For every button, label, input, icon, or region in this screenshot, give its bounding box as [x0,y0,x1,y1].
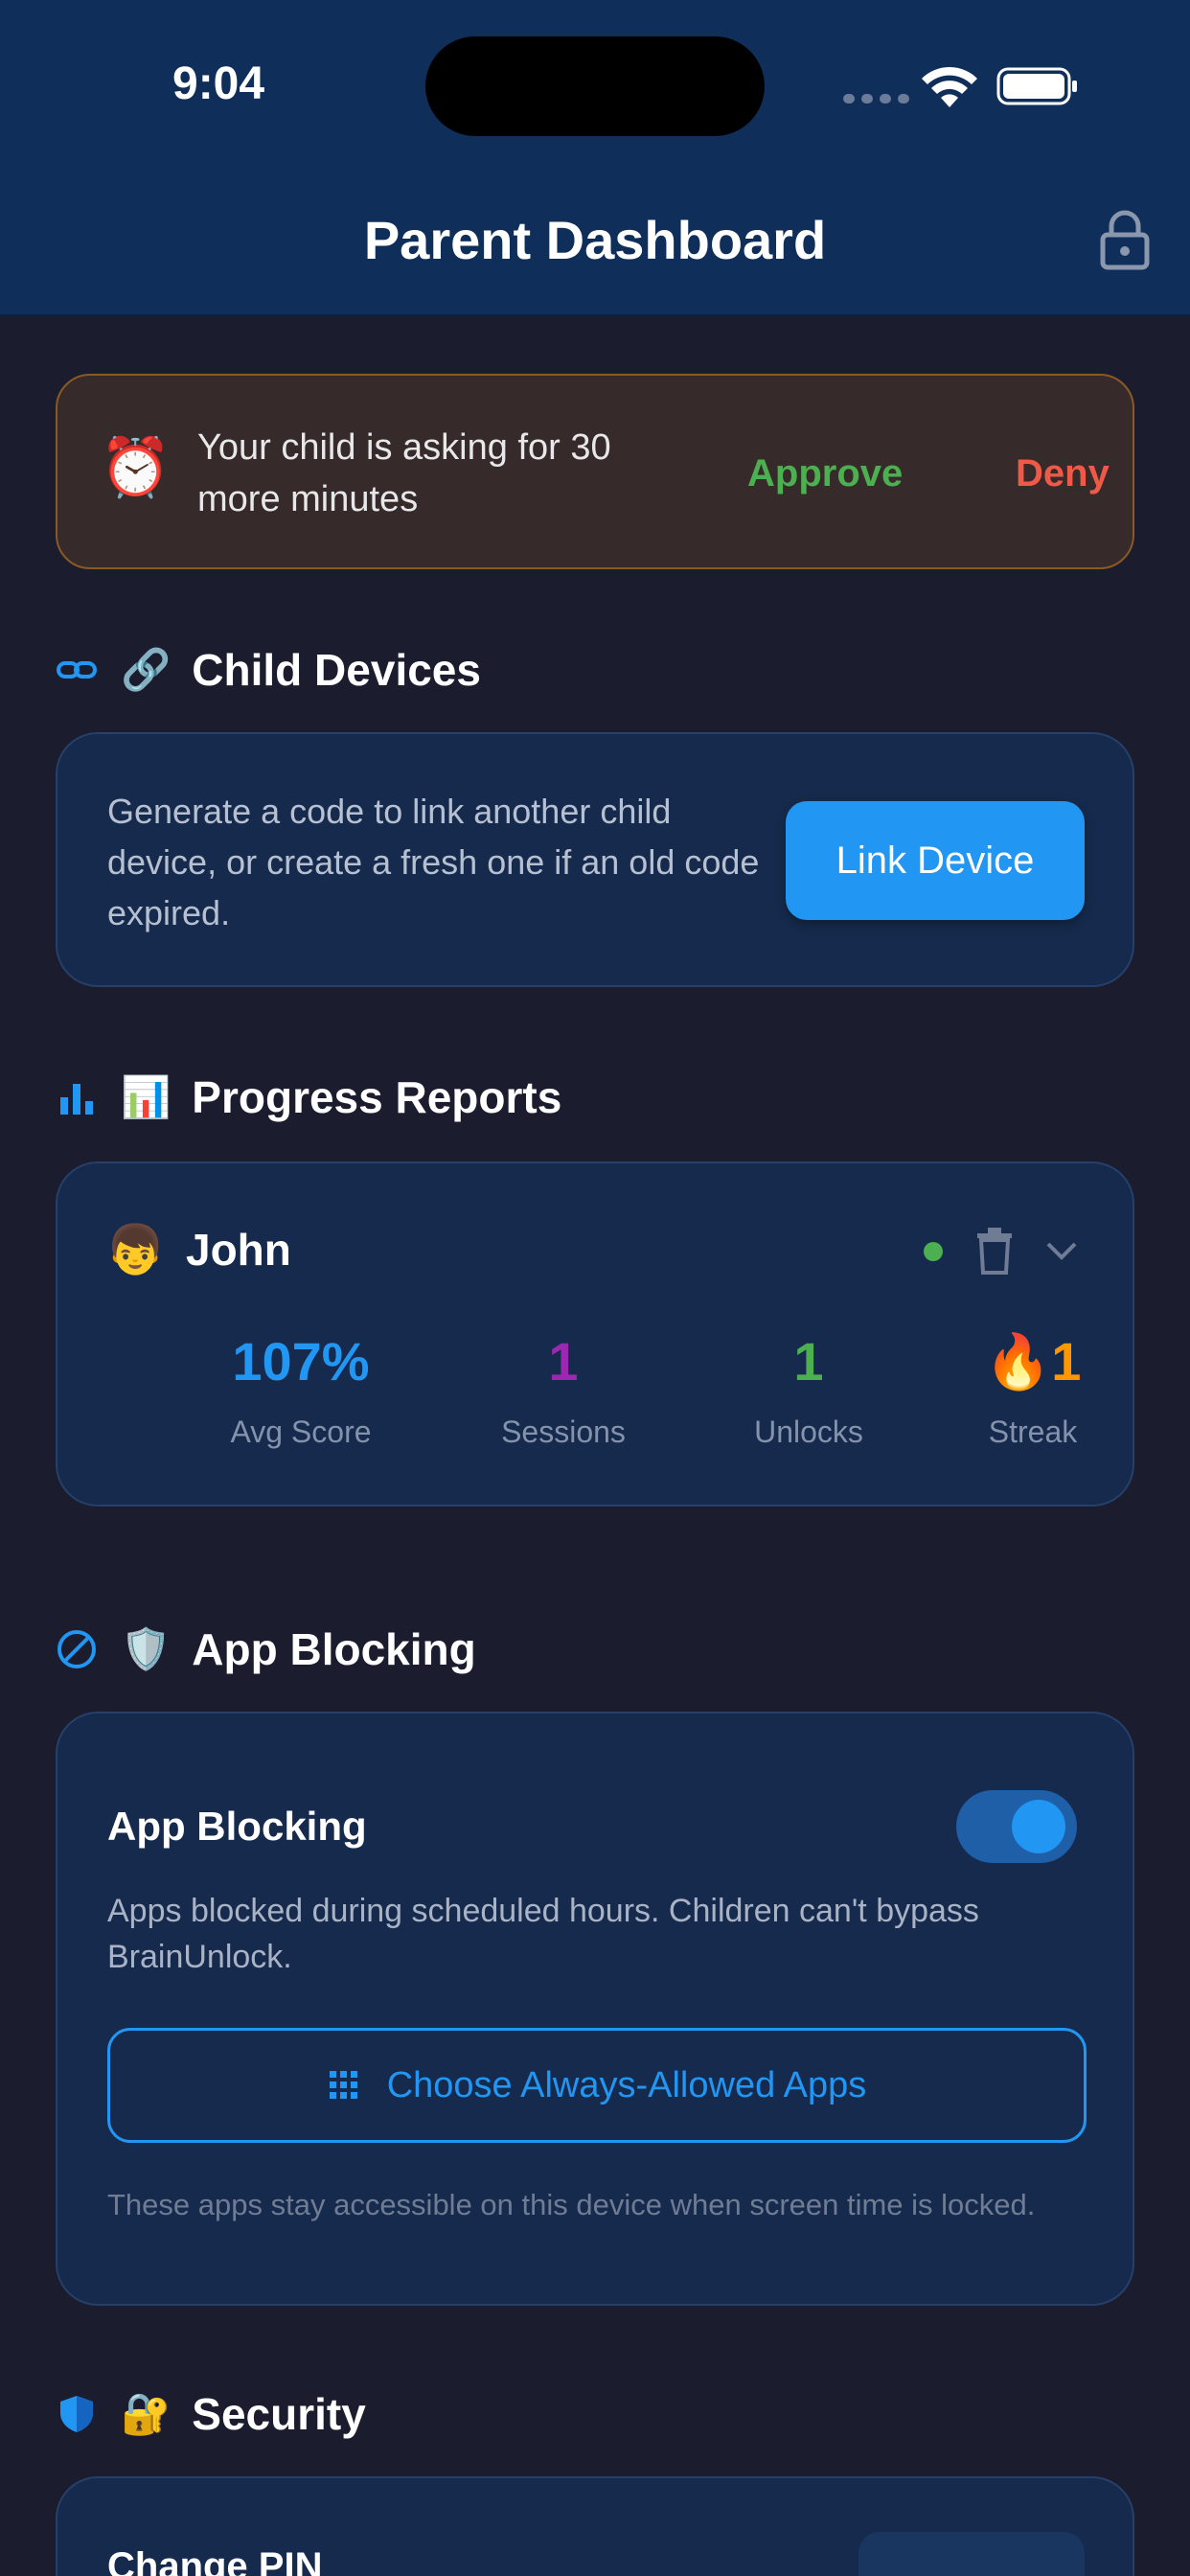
child-progress-card[interactable]: 👦 John 107% Avg Score 1 Sessions 1 Unloc… [56,1162,1134,1506]
dynamic-island [425,36,765,136]
trash-icon[interactable] [975,1227,1014,1275]
stat-label: Unlocks [754,1414,863,1449]
stat-label: Sessions [501,1414,626,1449]
section-title: Security [192,2389,366,2439]
toggle-knob [1012,1800,1065,1853]
app-blocking-description: Apps blocked during scheduled hours. Chi… [107,1893,979,1975]
header-bar: 9:04 Parent Dashboard [0,0,1190,316]
block-icon [57,1630,96,1668]
section-title: Progress Reports [192,1072,562,1122]
section-title: Child Devices [192,645,481,695]
approve-button[interactable]: Approve [728,445,922,502]
choose-allowed-apps-button[interactable]: Choose Always-Allowed Apps [107,2028,1087,2143]
stat-label: Avg Score [230,1414,372,1449]
stat-avg-score: 107% Avg Score [176,1328,425,1451]
lock-icon[interactable] [1098,209,1152,270]
app-blocking-title: App Blocking [107,1804,367,1849]
time-request-alert: ⏰ Your child is asking for 30 more minut… [56,374,1134,569]
page-title: Parent Dashboard [363,210,827,270]
change-pin-button[interactable] [858,2532,1085,2576]
link-icon [57,661,97,678]
child-devices-card: Generate a code to link another child de… [56,732,1134,987]
apps-grid-icon [329,2071,357,2099]
alert-message: Your child is asking for 30 more minutes [197,427,611,519]
online-status-indicator [924,1242,943,1261]
section-header-security: 🔐 Security [56,2380,366,2448]
shield-emoji-icon: 🛡️ [121,1626,172,1671]
child-avatar: 👦 [105,1223,166,1276]
link-device-description: Generate a code to link another child de… [107,792,760,932]
app-blocking-card: App Blocking Apps blocked during schedul… [56,1712,1134,2306]
deny-button[interactable]: Deny [996,445,1129,502]
stat-label: Streak [988,1414,1078,1449]
section-title: App Blocking [192,1624,476,1674]
cellular-signal-icon [843,94,909,104]
status-time: 9:04 [172,58,265,109]
chevron-down-icon[interactable] [1044,1238,1079,1263]
app-blocking-toggle[interactable] [956,1790,1077,1863]
lock-key-emoji-icon: 🔐 [121,2391,172,2436]
link-device-button[interactable]: Link Device [786,801,1085,920]
section-header-child-devices: 🔗 Child Devices [56,636,481,703]
bar-chart-icon [60,1084,93,1115]
stat-value: 1 [793,1331,824,1392]
stat-value: 107% [232,1331,370,1392]
chart-emoji-icon: 📊 [121,1074,172,1119]
allowed-apps-note: These apps stay accessible on this devic… [107,2188,1036,2221]
battery-icon [996,67,1077,105]
child-name: John [186,1225,291,1275]
choose-allowed-apps-label: Choose Always-Allowed Apps [386,2064,867,2105]
chain-emoji-icon: 🔗 [121,647,172,692]
section-header-progress-reports: 📊 Progress Reports [56,1064,561,1131]
change-pin-label: Change PIN [107,2545,323,2576]
security-card: Change PIN [56,2476,1134,2576]
stat-value: 1 [548,1331,579,1392]
stat-streak: 🔥1 Streak [908,1328,1157,1451]
stat-unlocks: 1 Unlocks [684,1328,933,1451]
stat-sessions: 1 Sessions [439,1328,688,1451]
section-header-app-blocking: 🛡️ App Blocking [56,1616,476,1683]
stat-value: 🔥1 [984,1331,1082,1392]
shield-icon [60,2396,93,2432]
wifi-icon [922,66,977,107]
alarm-clock-icon: ⏰ [100,435,172,499]
